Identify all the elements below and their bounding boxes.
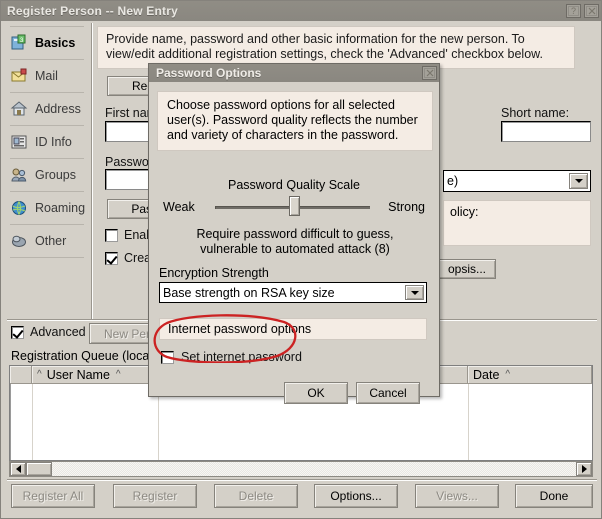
sidebar-item-groups[interactable]: Groups	[2, 159, 92, 191]
id-info-icon	[10, 133, 28, 151]
done-button[interactable]: Done	[515, 484, 593, 508]
sort-caret-icon: ^	[115, 369, 121, 380]
delete-button[interactable]: Delete	[214, 484, 298, 508]
sidebar-item-id-info[interactable]: ID Info	[2, 126, 92, 158]
close-icon	[586, 6, 597, 16]
short-name-input[interactable]	[501, 121, 591, 142]
scrollbar-thumb[interactable]	[26, 462, 52, 476]
sidebar-item-roaming[interactable]: Roaming	[2, 192, 92, 224]
window-title: Register Person -- New Entry	[7, 4, 178, 18]
sidebar-item-label: Basics	[35, 36, 76, 50]
register-person-window: Register Person -- New Entry ? 3 Basics …	[0, 0, 602, 519]
dialog-titlebar: Password Options	[149, 64, 439, 82]
mail-icon	[10, 67, 28, 85]
roaming-icon	[10, 199, 28, 217]
enable-checkbox[interactable]	[105, 228, 118, 242]
close-glyph	[426, 69, 433, 77]
sidebar-item-mail[interactable]: Mail	[2, 60, 92, 92]
help-button[interactable]: ?	[566, 4, 581, 18]
short-name-label: Short name:	[501, 106, 570, 120]
sidebar-item-label: Address	[35, 102, 81, 116]
other-icon	[10, 232, 28, 250]
dialog-info-text: Choose password options for all selected…	[157, 91, 433, 151]
slider-strong-label: Strong	[388, 200, 425, 214]
set-internet-password-label: Set internet password	[181, 350, 302, 364]
horizontal-scrollbar[interactable]	[9, 461, 593, 477]
sidebar-item-other[interactable]: Other	[2, 225, 92, 257]
register-all-button[interactable]: Register All	[11, 484, 95, 508]
synopsis-button[interactable]: opsis...	[438, 259, 496, 279]
policy-label: olicy:	[450, 205, 479, 219]
scroll-right-button[interactable]	[576, 462, 592, 476]
sidebar-item-label: Mail	[35, 69, 58, 83]
slider-weak-label: Weak	[163, 200, 195, 214]
list-column-divider	[32, 384, 33, 460]
sidebar-item-label: ID Info	[35, 135, 72, 149]
sidebar-divider	[10, 257, 84, 258]
scroll-left-button[interactable]	[10, 462, 26, 476]
sidebar-item-basics[interactable]: 3 Basics	[2, 27, 92, 59]
sort-caret-icon: ^	[37, 369, 42, 380]
footer-divider	[7, 479, 597, 481]
quality-description: Require password difficult to guess, vul…	[196, 227, 394, 256]
list-column-divider	[468, 384, 469, 460]
advanced-checkbox-label: Advanced	[30, 325, 86, 339]
close-icon	[424, 68, 435, 78]
views-button[interactable]: Views...	[415, 484, 499, 508]
window-titlebar: Register Person -- New Entry ?	[1, 1, 601, 21]
dialog-close-button[interactable]	[422, 66, 437, 80]
policy-info-box: olicy:	[443, 200, 591, 246]
internet-password-group-header: Internet password options	[159, 318, 427, 340]
set-internet-password-checkbox[interactable]	[161, 350, 174, 364]
list-column-user-name[interactable]: ^ User Name ^	[32, 366, 158, 383]
dialog-ok-button[interactable]: OK	[284, 382, 348, 404]
address-icon	[10, 100, 28, 118]
set-internet-password-row[interactable]: Set internet password	[161, 350, 302, 364]
chevron-down-icon[interactable]	[405, 285, 424, 300]
password-policy-combo[interactable]: e)	[443, 170, 591, 192]
password-options-dialog: Password Options Choose password options…	[148, 63, 440, 404]
dialog-body: Choose password options for all selected…	[149, 82, 439, 404]
dialog-cancel-button[interactable]: Cancel	[356, 382, 420, 404]
groups-icon	[10, 166, 28, 184]
password-quality-slider-thumb[interactable]	[289, 196, 301, 216]
advanced-checkbox-row[interactable]: Advanced	[11, 325, 86, 339]
list-column-select[interactable]	[10, 366, 32, 383]
sidebar-item-label: Other	[35, 234, 67, 248]
list-column-label: Date	[473, 367, 500, 382]
dialog-title: Password Options	[156, 66, 262, 80]
help-icon: ?	[568, 6, 579, 16]
quality-scale-title: Password Quality Scale	[227, 178, 360, 192]
encryption-strength-combo[interactable]: Base strength on RSA key size	[159, 282, 427, 303]
basics-icon: 3	[10, 34, 28, 52]
registration-queue-label: Registration Queue (local):	[11, 349, 160, 363]
options-button[interactable]: Options...	[314, 484, 398, 508]
create-checkbox[interactable]	[105, 251, 118, 265]
chevron-down-icon[interactable]	[569, 173, 588, 189]
encryption-strength-value: Base strength on RSA key size	[163, 285, 335, 300]
close-glyph	[588, 7, 595, 15]
encryption-strength-label: Encryption Strength	[159, 266, 269, 280]
register-button[interactable]: Register	[113, 484, 197, 508]
navigation-sidebar: 3 Basics Mail Address ID Info Groups Roa…	[2, 22, 92, 319]
close-button[interactable]	[584, 4, 599, 18]
list-column-label: User Name	[46, 367, 110, 382]
password-policy-value: e)	[447, 174, 459, 188]
sidebar-item-address[interactable]: Address	[2, 93, 92, 125]
sidebar-item-label: Groups	[35, 168, 76, 182]
list-column-date[interactable]: Date ^	[468, 366, 592, 383]
sidebar-item-label: Roaming	[35, 201, 86, 215]
sort-caret-icon: ^	[505, 369, 511, 380]
advanced-checkbox[interactable]	[11, 325, 24, 339]
